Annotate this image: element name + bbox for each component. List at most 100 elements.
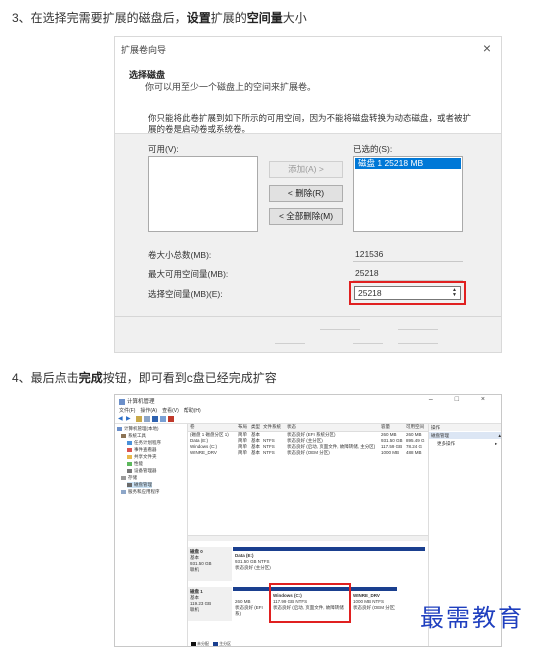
add-button[interactable]: 添加(A) >: [269, 161, 343, 178]
legend-swatch-unallocated: [191, 641, 196, 646]
tree-item[interactable]: 服务和应用程序: [121, 489, 160, 495]
computer-icon: [119, 398, 125, 405]
col-free[interactable]: 可用空间: [406, 424, 424, 430]
cell-filesystem: NTFS: [263, 450, 275, 455]
available-label: 可用(V):: [148, 144, 179, 154]
actions-more[interactable]: 更多操作 ▸: [437, 441, 497, 447]
partition-name: WINRE_DRV: [353, 593, 380, 598]
step3-bold-amount: 空间量: [246, 11, 283, 25]
tree-item[interactable]: 存储: [121, 475, 137, 481]
close-icon[interactable]: ×: [483, 40, 491, 56]
wizard-title: 扩展卷向导: [121, 45, 167, 55]
window-buttons[interactable]: – □ ×: [429, 396, 495, 403]
col-filesystem[interactable]: 文件系统: [263, 424, 281, 430]
total-divider: [353, 261, 463, 262]
step4-bold-finish: 完成: [78, 371, 103, 385]
step4-text-suffix: 按钮，即可看到c盘已经完成扩容: [102, 371, 277, 385]
back-button-placeholder: [320, 329, 360, 330]
cm-menubar: 文件(F) 操作(A) 查看(V) 帮助(H): [119, 407, 206, 414]
cell-volume: WINRE_DRV: [190, 450, 217, 455]
actions-header: 操作: [429, 424, 501, 431]
space-amount-label: 选择空间量(MB)(E):: [148, 289, 223, 299]
remove-all-button[interactable]: < 全部删除(M): [269, 208, 343, 225]
tree-item[interactable]: 计算机管理(本地): [117, 426, 159, 432]
disk-icon: [127, 482, 132, 487]
cm-titlebar: 计算机管理: [119, 397, 155, 405]
horizontal-scrollbar[interactable]: [188, 535, 428, 541]
tree-item-disk-management[interactable]: 磁盘管理: [127, 482, 152, 488]
actions-disk-management[interactable]: 磁盘管理 ▲: [429, 432, 501, 439]
selected-list[interactable]: 磁盘 1 25218 MB: [353, 156, 463, 232]
view-icon[interactable]: [160, 416, 166, 422]
cm-toolbar: ◀ ▶: [115, 415, 501, 424]
tree-item[interactable]: 系统工具: [121, 433, 146, 439]
next-button-placeholder: [398, 329, 438, 330]
delete-icon[interactable]: [168, 416, 174, 422]
computer-icon: [117, 426, 122, 431]
forward-arrow-icon[interactable]: ▶: [126, 416, 132, 422]
space-amount-input[interactable]: 25218 ▲ ▼: [354, 286, 461, 300]
remove-button[interactable]: < 删除(R): [269, 185, 343, 202]
step3-caption: 3、在选择完需要扩展的磁盘后，设置扩展的空间量大小: [12, 9, 307, 26]
disk0-info[interactable]: 磁盘 0 基本 931.50 GB 联机: [188, 547, 232, 581]
watermark-logo: 最需教育: [420, 604, 524, 632]
tree-item-label: 设备管理器: [134, 468, 157, 473]
tree-item-label: 任务计划程序: [134, 440, 161, 445]
menu-action[interactable]: 操作(A): [140, 408, 157, 414]
tree-item[interactable]: 事件查看器: [127, 447, 157, 453]
col-status[interactable]: 状态: [287, 424, 296, 430]
total-size-value: 121536: [355, 249, 384, 259]
selected-disk-item[interactable]: 磁盘 1 25218 MB: [355, 158, 461, 169]
partition-efi[interactable]: 260 MB 状态良好 (EFI 系): [233, 587, 269, 621]
footer-line: [398, 343, 438, 344]
partition-name: Data (E:): [235, 553, 254, 558]
spin-down-icon[interactable]: ▼: [450, 293, 459, 298]
tree-item-label: 存储: [128, 475, 137, 480]
total-size-label: 卷大小总数(MB):: [148, 250, 212, 260]
partition-state: 状态良好 (主分区): [235, 565, 271, 570]
folder-icon[interactable]: [136, 416, 142, 422]
disk1-state: 联机: [190, 607, 199, 612]
selected-label: 已选的(S):: [353, 144, 393, 154]
menu-help[interactable]: 帮助(H): [184, 408, 201, 414]
col-layout[interactable]: 布局: [238, 424, 247, 430]
max-space-value: 25218: [355, 268, 379, 278]
disk-legend: 未分配 主分区: [188, 641, 232, 646]
disk1-info[interactable]: 磁盘 1 基本 119.23 GB 联机: [188, 587, 232, 621]
back-arrow-icon[interactable]: ◀: [118, 416, 124, 422]
disk-graphical-view: 磁盘 0 基本 931.50 GB 联机 Data (E:) 931.50 GB…: [188, 543, 428, 646]
col-type[interactable]: 类型: [251, 424, 260, 430]
event-icon: [127, 447, 132, 452]
partition-winre[interactable]: WINRE_DRV 1000 MB NTFS 状态良好 (OEM 分区): [351, 587, 397, 621]
step4-caption: 4、最后点击完成按钮，即可看到c盘已经完成扩容: [12, 369, 277, 386]
partition-state: 状态良好 (OEM 分区): [353, 605, 395, 610]
available-list[interactable]: [148, 156, 258, 232]
properties-icon[interactable]: [144, 416, 150, 422]
tree-item[interactable]: 性能: [127, 461, 143, 467]
clock-icon: [127, 440, 132, 445]
extend-volume-wizard: 扩展卷向导 × 选择磁盘 你可以用至少一个磁盘上的空间来扩展卷。 你只能将此卷扩…: [114, 36, 502, 353]
partition-data-e[interactable]: Data (E:) 931.50 GB NTFS 状态良好 (主分区): [233, 547, 425, 581]
step3-bold-set: 设置: [186, 11, 211, 25]
menu-file[interactable]: 文件(F): [119, 408, 135, 414]
step4-text: 4、最后点击: [12, 371, 79, 385]
actions-selected-label: 磁盘管理: [431, 433, 449, 438]
legend-swatch-primary: [213, 641, 219, 646]
disk0-state: 联机: [190, 567, 199, 572]
help-icon[interactable]: [152, 416, 158, 422]
storage-icon: [121, 475, 126, 480]
space-amount-highlight: 25218 ▲ ▼: [349, 281, 466, 305]
chevron-right-icon: ▸: [495, 441, 498, 446]
tree-item[interactable]: 共享文件夹: [127, 454, 157, 460]
tools-icon: [121, 433, 126, 438]
col-capacity[interactable]: 容量: [381, 424, 390, 430]
cell-type: 基本: [251, 450, 260, 455]
tree-item[interactable]: 任务计划程序: [127, 440, 161, 446]
menu-view[interactable]: 查看(V): [162, 408, 179, 414]
performance-icon: [127, 461, 132, 466]
legend-primary: 主分区: [219, 641, 232, 646]
tree-item-label: 性能: [134, 461, 143, 466]
tree-item[interactable]: 设备管理器: [127, 468, 157, 474]
col-volume[interactable]: 卷: [190, 424, 195, 430]
navigation-tree: 计算机管理(本地) 系统工具 任务计划程序 事件查看器 共享文件夹 性能 设备管…: [115, 424, 188, 646]
